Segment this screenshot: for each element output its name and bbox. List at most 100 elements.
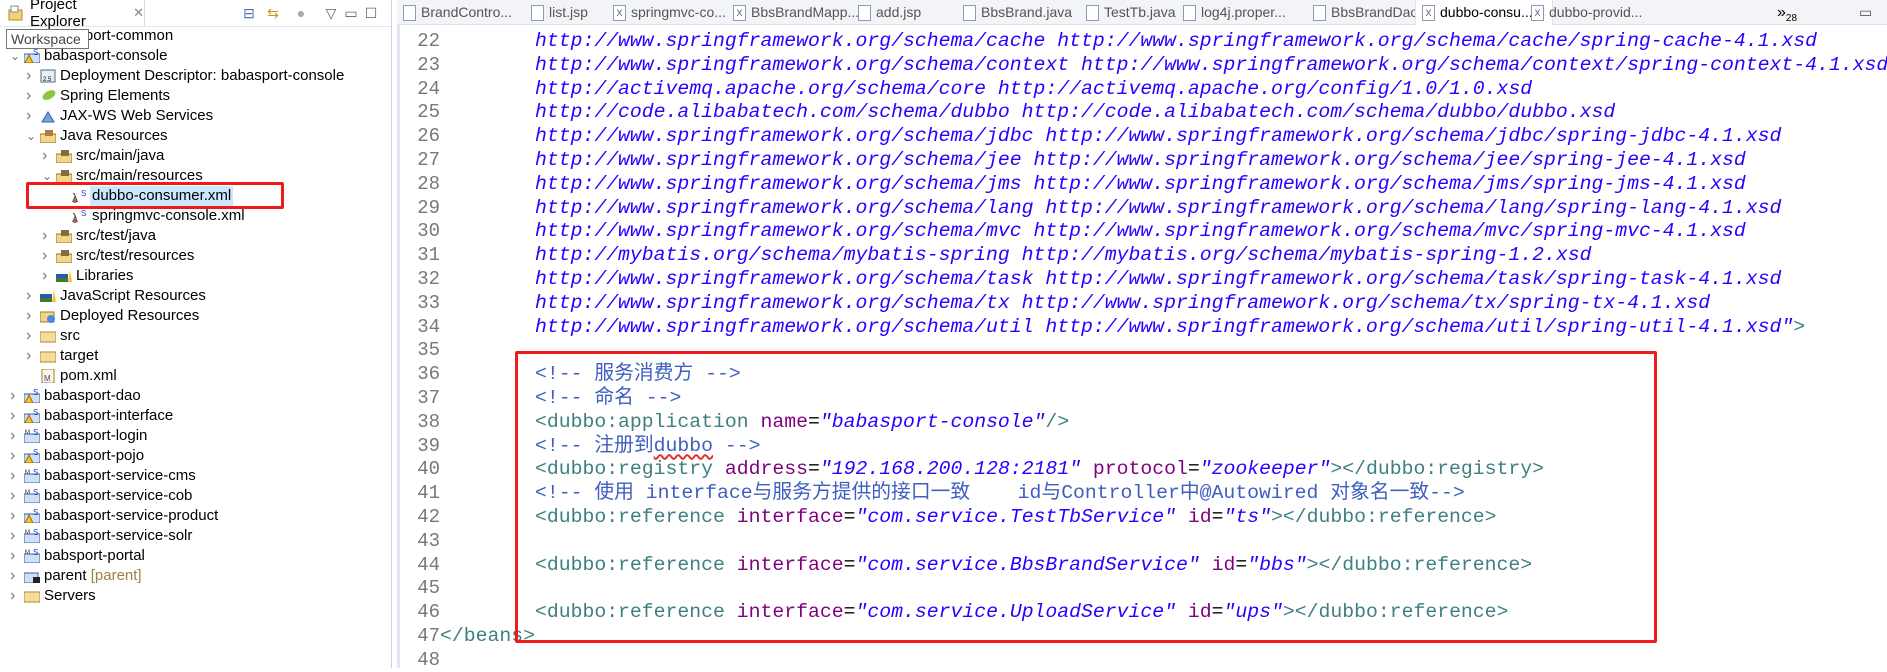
tree-item[interactable]: › Spring Elements [0,86,390,106]
more-tabs-button[interactable]: »28 [1777,0,1797,24]
tree-item[interactable]: ⌄ Java Resources [0,126,390,146]
svg-text:S: S [33,529,38,537]
tree-item[interactable]: › M Sbabasport-service-cms [0,466,390,486]
chevron-down-icon[interactable]: ⌄ [26,126,36,146]
chevron-right-icon[interactable]: › [26,346,36,366]
tree-item[interactable]: › M Sbabsport-portal [0,546,390,566]
chevron-right-icon[interactable]: › [26,286,36,306]
editor-tab[interactable]: X BbsBrandMapp... [727,0,865,24]
line-number: 34 [417,315,440,338]
tree-item[interactable]: › 2.5 Deployment Descriptor: babasport-con… [0,66,390,86]
editor-tab[interactable]: BrandContro... [397,0,518,24]
tree-item[interactable]: › M Sbabasport-service-solr [0,526,390,546]
code-line[interactable]: http://mybatis.org/schema/mybatis-spring… [440,243,1592,267]
code-line[interactable]: http://www.springframework.org/schema/co… [440,53,1887,77]
tree-item[interactable]: › Sbabasport-service-product [0,506,390,526]
java-resources-icon [39,129,57,144]
chevron-right-icon[interactable]: › [26,306,36,326]
tree-item[interactable]: › target [0,346,390,366]
minimize-icon[interactable]: ▭ [342,4,360,22]
code-line[interactable]: http://www.springframework.org/schema/tx… [440,291,1710,315]
code-line[interactable]: http://www.springframework.org/schema/ca… [440,29,1817,53]
code-line[interactable]: http://www.springframework.org/schema/ta… [440,267,1781,291]
editor-tab[interactable]: TestTb.java [1080,0,1182,24]
editor-tab[interactable]: Xspringmvc-co... [607,0,732,24]
code-line[interactable]: http://www.springframework.org/schema/jd… [440,124,1781,148]
chevron-right-icon[interactable]: › [26,326,36,346]
tree-item[interactable]: › src/test/resources [0,246,390,266]
chevron-right-icon[interactable]: › [10,446,20,466]
minimize-editor-icon[interactable]: ▭ [1859,0,1872,24]
tree-item[interactable]: › Deployed Resources [0,306,390,326]
line-number-gutter: 22 23 24 25 26 27 28 29 30 31 32 33 34 35 36 37 38 39 40 41… [397,25,440,671]
tree-item[interactable]: › src [0,326,390,346]
file-icon [1183,5,1196,22]
close-icon[interactable]: ✕ [133,5,144,21]
tab-project-explorer[interactable]: Project Explorer ✕ [4,0,145,30]
chevron-down-icon[interactable]: ⌄ [10,46,20,66]
chevron-right-icon[interactable]: › [10,546,20,566]
chevron-right-icon[interactable]: › [10,506,20,526]
editor-tab[interactable]: Xdubbo-provid... [1525,0,1648,24]
line-number: 40 [417,458,440,481]
tree-item[interactable]: › Sbabasport-dao [0,386,390,406]
line-number: 24 [417,77,440,100]
svg-text:S: S [33,409,38,417]
tree-item[interactable]: ⌄ Sbabasport-console [0,46,390,66]
tree-item[interactable]: › src/test/java [0,226,390,246]
xml-value: http://www.springframework.org/schema/co… [440,53,1887,76]
svg-text:2.5: 2.5 [43,77,52,83]
code-line[interactable]: http://www.springframework.org/schema/mv… [440,219,1746,243]
editor-tab[interactable]: log4j.proper... [1177,0,1292,24]
tree-item[interactable]: › Servers [0,586,390,606]
code-line[interactable]: http://www.springframework.org/schema/la… [440,196,1781,220]
svg-text:S: S [33,549,38,557]
chevron-right-icon[interactable]: › [26,106,36,126]
chevron-right-icon[interactable]: › [26,66,36,86]
line-number: 26 [417,125,440,148]
chevron-right-icon[interactable]: › [10,486,20,506]
filter-icon[interactable]: ● [292,4,310,22]
tree-item[interactable]: › JavaScript Resources [0,286,390,306]
tree-item-label: JavaScript Resources [60,287,206,304]
tree-item[interactable]: › M Sbabasport-login [0,426,390,446]
maximize-icon[interactable]: ☐ [362,4,380,22]
chevron-right-icon[interactable]: › [10,566,20,586]
tree-item[interactable]: › M Sbabasport-service-cob [0,486,390,506]
tree-item[interactable]: › Sbabasport-interface [0,406,390,426]
chevron-right-icon[interactable]: › [42,146,52,166]
editor-tab[interactable]: list.jsp [525,0,594,24]
tree-item[interactable]: › src/main/java [0,146,390,166]
editor-tab[interactable]: BbsBrand.java [957,0,1078,24]
chevron-right-icon[interactable]: › [10,526,20,546]
code-line[interactable]: http://activemq.apache.org/schema/core h… [440,77,1532,101]
tree-item[interactable]: › parent [parent] [0,566,390,586]
tree-item[interactable]: › Sbabasport-pojo [0,446,390,466]
chevron-right-icon[interactable]: › [10,426,20,446]
view-menu-chevron-down-icon[interactable]: ▽ [322,4,340,22]
svg-text:S: S [33,509,38,517]
chevron-right-icon[interactable]: › [42,246,52,266]
tree-item[interactable]: › Libraries [0,266,390,286]
code-line[interactable]: http://code.alibabatech.com/schema/dubbo… [440,100,1615,124]
chevron-right-icon[interactable]: › [26,86,36,106]
editor-tab[interactable]: add.jsp [852,0,927,24]
chevron-right-icon[interactable]: › [10,466,20,486]
tree-item[interactable]: Mpom.xml [0,366,390,386]
chevron-right-icon[interactable]: › [10,406,20,426]
chevron-right-icon[interactable]: › [42,226,52,246]
code-line[interactable]: http://www.springframework.org/schema/ut… [440,315,1805,339]
tree-item[interactable]: λ Sspringmvc-console.xml [0,206,390,226]
tree-item[interactable]: › JAX-WS Web Services [0,106,390,126]
chevron-right-icon[interactable]: › [10,386,20,406]
line-number: 48 [417,648,440,671]
maven-pom-icon: M [40,368,56,384]
chevron-right-icon[interactable]: › [10,586,20,606]
code-line[interactable]: http://www.springframework.org/schema/je… [440,148,1746,172]
editor-tab-label: dubbo-consu... [1440,4,1533,20]
code-line[interactable]: http://www.springframework.org/schema/jm… [440,172,1746,196]
collapse-all-icon[interactable]: ⊟ [240,4,258,22]
chevron-right-icon[interactable]: › [42,266,52,286]
line-number: 28 [417,172,440,195]
link-with-editor-icon[interactable]: ⇆ [264,4,282,22]
